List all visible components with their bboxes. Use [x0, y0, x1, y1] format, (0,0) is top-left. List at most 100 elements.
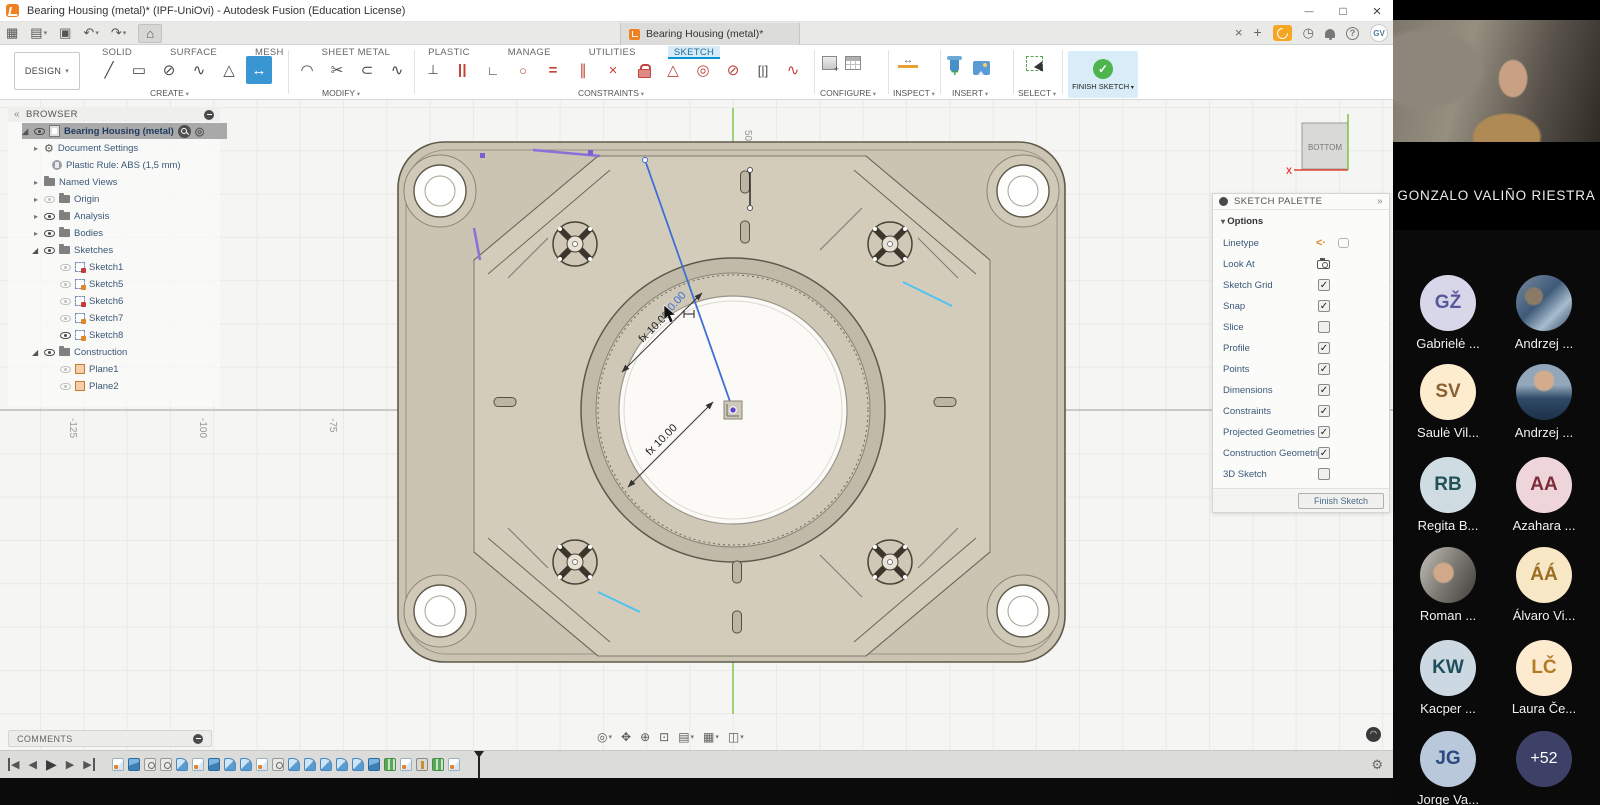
redo-icon[interactable]: ↷▾ — [111, 25, 126, 41]
avatar[interactable]: GŽ — [1420, 275, 1476, 331]
window-select-icon[interactable] — [1026, 56, 1043, 71]
timeline-fillet-icon[interactable] — [240, 758, 252, 771]
viewports-icon[interactable]: ◫▾ — [728, 730, 744, 744]
coincident-icon[interactable] — [450, 56, 476, 84]
item-label[interactable]: Construction — [74, 347, 127, 358]
timeline-sketch-icon[interactable] — [448, 758, 460, 771]
viewcube[interactable]: BOTTOM X — [1286, 114, 1348, 176]
participant-tile[interactable]: GŽ Gabrielė ... — [1406, 275, 1490, 351]
inspect-group-label[interactable]: INSPECT — [893, 88, 935, 98]
sketch-point[interactable] — [748, 168, 753, 173]
item-label[interactable]: Origin — [74, 194, 99, 205]
line-tool-icon[interactable]: ╱ — [96, 56, 122, 84]
projected-geometries-checkbox[interactable]: ✓ — [1318, 426, 1330, 438]
participant-tile[interactable]: SV Saulė Vil... — [1406, 364, 1490, 440]
visibility-eye-icon[interactable] — [60, 264, 71, 271]
browser-item-construction[interactable]: ◢ Construction — [32, 344, 220, 360]
create-group-label[interactable]: CREATE — [150, 88, 189, 98]
comments-bar[interactable]: COMMENTS — [8, 730, 212, 747]
symmetry-constraint-icon[interactable]: [|] — [750, 56, 776, 84]
midpoint-constraint-icon[interactable]: △ — [660, 56, 686, 84]
configuration-icon[interactable] — [822, 56, 837, 70]
visibility-eye-icon[interactable] — [60, 281, 71, 288]
avatar-photo[interactable] — [1516, 275, 1572, 331]
dimensions-checkbox[interactable]: ✓ — [1318, 384, 1330, 396]
go-to-end-icon[interactable]: ▶ — [83, 758, 94, 771]
browser-item-plastic-rule[interactable]: Plastic Rule: ABS (1,5 mm) — [52, 157, 220, 173]
display-settings-icon[interactable]: ▤▾ — [678, 730, 694, 744]
linetype-construction-icon[interactable] — [1316, 237, 1326, 249]
timeline-hole-icon[interactable] — [272, 758, 284, 771]
visibility-eye-icon[interactable] — [44, 349, 55, 356]
timeline-fillet-icon[interactable] — [320, 758, 332, 771]
participant-tile[interactable]: ÁÁ Álvaro Vi... — [1502, 547, 1586, 623]
measure-icon[interactable]: ↔ — [898, 56, 918, 68]
participant-tile[interactable]: LČ Laura Če... — [1502, 640, 1586, 716]
presenter-video-tile[interactable]: GONZALO VALIÑO RIESTRA — [1393, 0, 1600, 230]
visibility-eye-icon[interactable] — [44, 247, 55, 254]
browser-item-sketch8[interactable]: Sketch8 — [60, 327, 220, 343]
sketch-point[interactable] — [643, 158, 648, 163]
browser-item-sketch7[interactable]: Sketch7 — [60, 310, 220, 326]
design-workspace-menu[interactable]: DESIGN — [14, 52, 80, 90]
expander-icon[interactable]: ▸ — [32, 195, 40, 204]
insert-group-label[interactable]: INSERT — [952, 88, 988, 98]
look-at-camera-icon[interactable] — [1317, 260, 1330, 269]
fit-icon[interactable]: ⊡ — [659, 730, 669, 744]
timeline-fillet-icon[interactable] — [352, 758, 364, 771]
finish-sketch-palette-button[interactable]: Finish Sketch — [1298, 493, 1384, 509]
visibility-eye-icon[interactable] — [44, 196, 55, 203]
participant-overflow-tile[interactable]: +52 — [1502, 731, 1586, 792]
rectangle-tool-icon[interactable]: ▭ — [126, 56, 152, 84]
popout-panel-icon[interactable]: » — [1377, 196, 1383, 207]
browser-item-analysis[interactable]: ▸ Analysis — [32, 208, 220, 224]
corner-hole[interactable] — [987, 155, 1059, 227]
timeline-fillet-icon[interactable] — [288, 758, 300, 771]
app-grid-icon[interactable]: ▦ — [6, 25, 18, 41]
expander-icon[interactable]: ◢ — [32, 246, 40, 255]
configuration-table-icon[interactable] — [845, 56, 861, 70]
configure-group-label[interactable]: CONFIGURE — [820, 88, 876, 98]
spline-tool-icon[interactable]: ∿ — [186, 56, 212, 84]
finish-sketch-button[interactable]: ✓ FINISH SKETCH — [1068, 51, 1138, 98]
item-label[interactable]: Sketches — [74, 245, 113, 256]
item-label[interactable]: Plane2 — [89, 381, 119, 392]
browser-item-sketch1[interactable]: Sketch1 — [60, 259, 220, 275]
browser-item-named-views[interactable]: ▸ Named Views — [32, 174, 220, 190]
origin-point-marker[interactable] — [724, 401, 742, 419]
browser-item-plane2[interactable]: Plane2 — [60, 378, 220, 394]
equal-constraint-icon[interactable]: = — [540, 56, 566, 84]
minimize-icon[interactable] — [1299, 2, 1319, 20]
visibility-eye-icon[interactable] — [44, 230, 55, 237]
corner-hole[interactable] — [404, 155, 476, 227]
grid-and-snaps-icon[interactable]: ▦▾ — [703, 730, 719, 744]
timeline-sketch-icon[interactable] — [256, 758, 268, 771]
options-section-header[interactable]: Options — [1221, 216, 1263, 227]
panel-handle-icon[interactable] — [1219, 197, 1228, 206]
profile-checkbox[interactable]: ✓ — [1318, 342, 1330, 354]
comments-options-icon[interactable] — [193, 734, 203, 744]
expander-icon[interactable]: ▸ — [32, 229, 40, 238]
timeline-sketch-icon[interactable] — [192, 758, 204, 771]
account-avatar[interactable]: GV — [1370, 24, 1388, 42]
sketch-grid-checkbox[interactable]: ✓ — [1318, 279, 1330, 291]
parallel-constraint-icon[interactable]: ∥ — [570, 56, 596, 84]
avatar[interactable]: ÁÁ — [1516, 547, 1572, 603]
insert-fastener-icon[interactable]: + — [950, 56, 959, 79]
visibility-eye-icon[interactable] — [44, 213, 55, 220]
save-icon[interactable]: ▣ — [59, 25, 71, 41]
avatar[interactable]: JG — [1420, 731, 1476, 787]
timeline-fillet-icon[interactable] — [176, 758, 188, 771]
sketch-dimension-tool-icon[interactable]: ↔ — [246, 56, 272, 84]
timeline-bolt-icon[interactable] — [416, 758, 428, 771]
select-group-label[interactable]: SELECT — [1018, 88, 1056, 98]
browser-root-node[interactable]: ◢ Bearing Housing (metal) ◎ — [22, 123, 227, 139]
visibility-eye-icon[interactable] — [34, 128, 45, 135]
undo-icon[interactable]: ↶▾ — [83, 25, 98, 41]
modify-group-label[interactable]: MODIFY — [322, 88, 360, 98]
home-icon[interactable]: ⌂ — [138, 24, 162, 43]
polygon-tool-icon[interactable]: △ — [216, 56, 242, 84]
linetype-normal-icon[interactable] — [1338, 238, 1349, 248]
pan-icon[interactable]: ✥ — [621, 730, 631, 744]
activate-component-icon[interactable]: ◎ — [195, 125, 205, 138]
